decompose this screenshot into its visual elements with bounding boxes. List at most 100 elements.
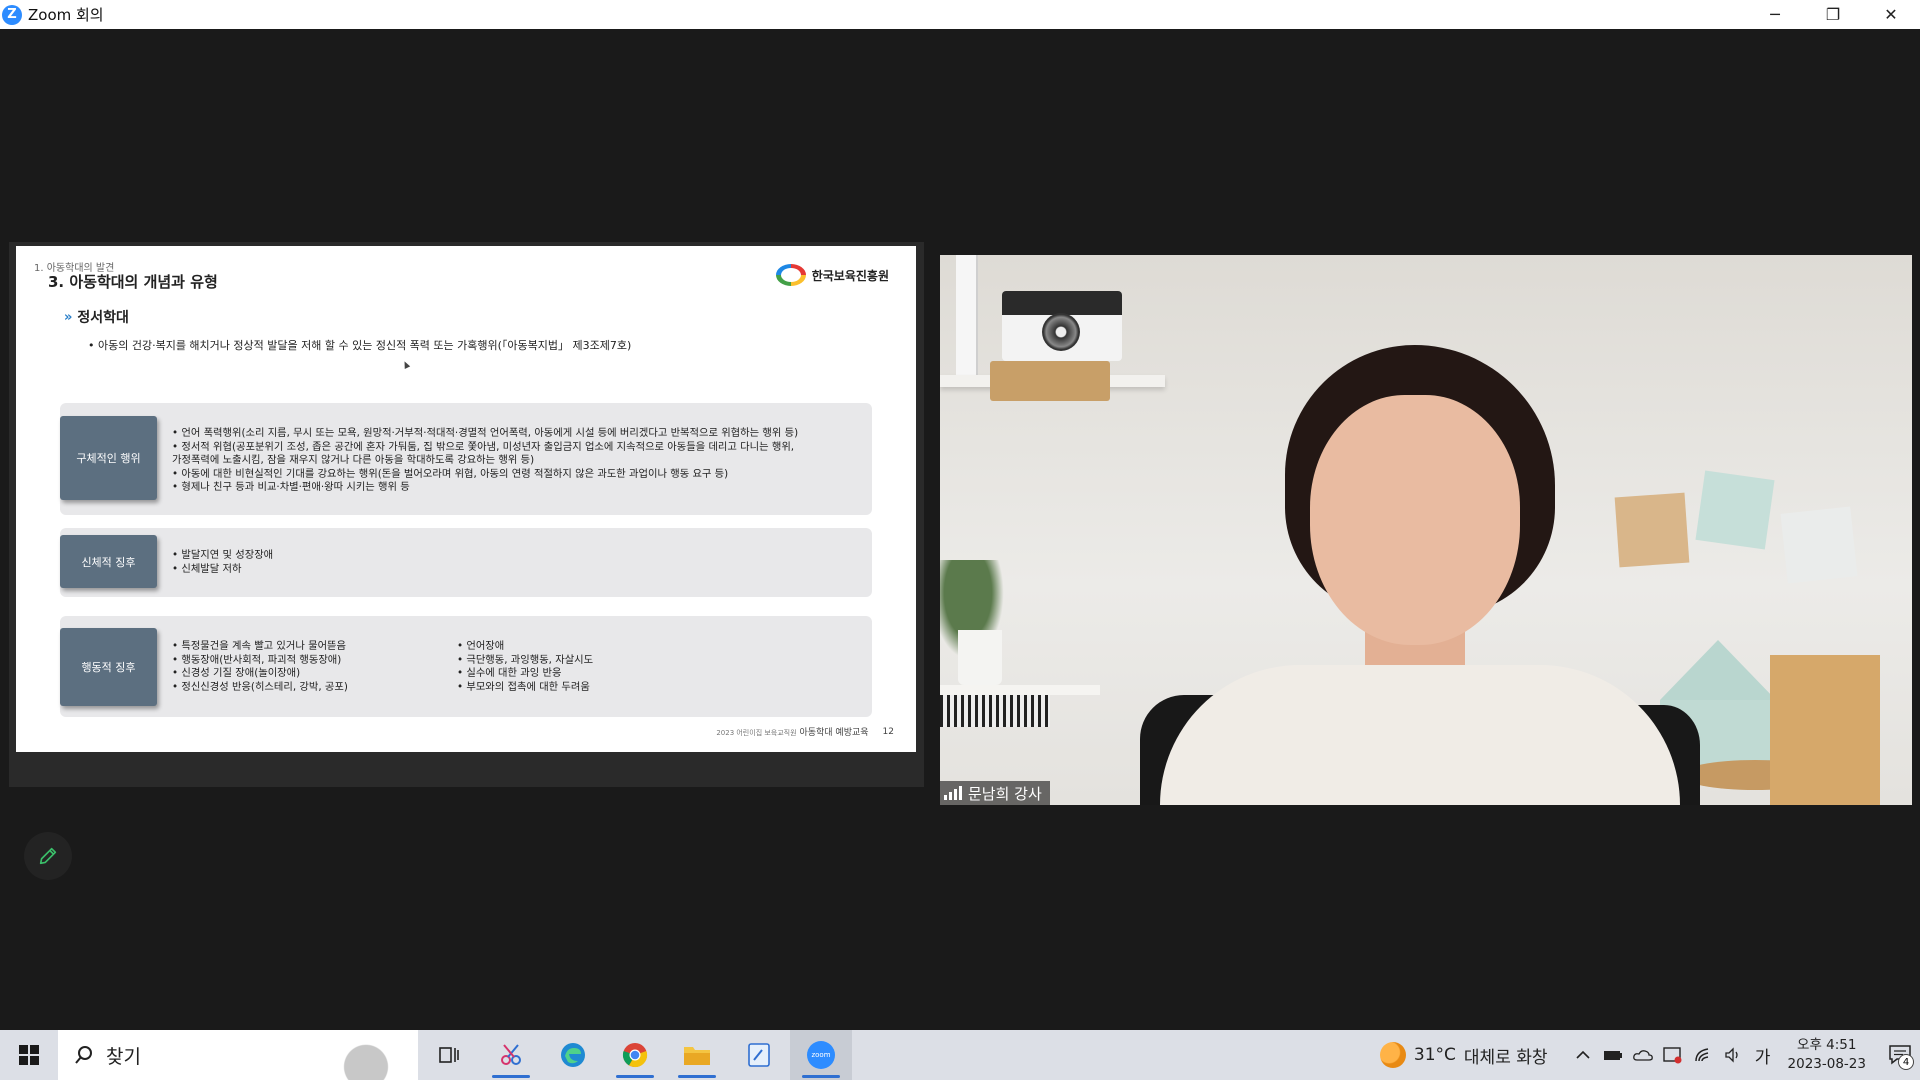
pencil-icon (39, 847, 57, 865)
box-text: • 언어 폭력행위(소리 지름, 무시 또는 모욕, 원망적·거부적·적대적·경… (172, 427, 798, 495)
list-item: • 형제나 친구 등과 비교·차별·편애·왕따 시키는 행위 등 (172, 481, 410, 493)
notepad-icon (748, 1043, 770, 1067)
list-item: • 발달지연 및 성장장애 (172, 549, 274, 561)
box-label: 행동적 징후 (60, 628, 157, 706)
subtitle-text: 정서학대 (77, 310, 129, 326)
footer-org: 2023 어린이집 보육교직원 (716, 729, 797, 737)
minimize-icon[interactable]: ─ (1746, 0, 1804, 29)
tray-volume[interactable] (1718, 1030, 1748, 1080)
tray-security[interactable] (1658, 1030, 1688, 1080)
restore-icon[interactable]: ❐ (1804, 0, 1862, 29)
notification-badge: 4 (1898, 1054, 1914, 1070)
list-item: • 언어장애 (457, 640, 505, 652)
box-text-col1: • 특정물건을 계속 빨고 있거나 물어뜯음 • 행동장애(반사회적, 파괴적 … (172, 640, 348, 694)
system-tray: 31°C 대체로 화창 가 오후 4:51 2023-08-23 4 (1379, 1030, 1920, 1080)
video-speaker (1140, 345, 1700, 805)
definition-text: • 아동의 건강·복지를 해치거나 정상적 발달을 저해 할 수 있는 정신적 … (88, 339, 632, 352)
battery-icon (1603, 1051, 1622, 1060)
taskbar-snipping-tool[interactable] (480, 1030, 542, 1080)
content-box-physical-signs: 신체적 징후 • 발달지연 및 성장장애 • 신체발달 저하 (60, 528, 872, 597)
show-hidden-icons-button[interactable] (1568, 1030, 1598, 1080)
search-highlight-image (322, 1036, 410, 1080)
notification-center-button[interactable]: 4 (1880, 1030, 1920, 1080)
taskbar-file-explorer[interactable] (666, 1030, 728, 1080)
tray-battery[interactable] (1598, 1030, 1628, 1080)
ime-indicator[interactable]: 가 (1748, 1030, 1778, 1080)
taskbar-search[interactable]: 찾기 (58, 1030, 418, 1080)
content-box-behavioral-signs: 행동적 징후 • 특정물건을 계속 빨고 있거나 물어뜯음 • 행동장애(반사회… (60, 616, 872, 717)
kcpi-logo-icon (775, 264, 806, 286)
participant-name-tag: 문남희 강사 (940, 781, 1050, 805)
tray-onedrive[interactable] (1628, 1030, 1658, 1080)
mouse-cursor-icon (401, 360, 411, 369)
volume-icon (1724, 1047, 1738, 1063)
task-view-button[interactable] (418, 1030, 480, 1080)
search-icon (75, 1046, 92, 1064)
slide-footer: 2023 어린이집 보육교직원 아동학대 예방교육 12 (716, 725, 894, 739)
wifi-icon (1694, 1048, 1708, 1062)
taskbar-edge[interactable] (542, 1030, 604, 1080)
box-label: 구체적인 행위 (60, 416, 157, 500)
video-sticky-note (1780, 506, 1858, 584)
content-box-specific-acts: 구체적인 행위 • 언어 폭력행위(소리 지름, 무시 또는 모욕, 원망적·거… (60, 403, 872, 515)
weather-icon (1379, 1042, 1406, 1068)
zoom-logo-icon: Z (2, 4, 22, 25)
list-item: • 극단행동, 과잉행동, 자살시도 (457, 653, 594, 666)
page-number: 12 (882, 726, 894, 737)
file-explorer-icon (684, 1047, 710, 1065)
clock-date: 2023-08-23 (1787, 1056, 1866, 1072)
video-shelf-lower (940, 685, 1100, 695)
weather-widget[interactable]: 31°C 대체로 화창 (1379, 1042, 1548, 1068)
org-name: 한국보육진흥원 (811, 268, 889, 283)
list-item: • 정서적 위협(공포분위기 조성, 좁은 공간에 혼자 가둬둠, 집 밖으로 … (172, 440, 795, 453)
video-pot (958, 630, 1002, 685)
weather-temp: 31°C (1413, 1045, 1456, 1065)
taskbar-notepad[interactable] (728, 1030, 790, 1080)
snipping-tool-icon (501, 1044, 521, 1065)
security-icon (1662, 1047, 1682, 1064)
window-title: Zoom 회의 (28, 6, 104, 24)
tray-wifi[interactable] (1688, 1030, 1718, 1080)
list-item: • 언어 폭력행위(소리 지름, 무시 또는 모욕, 원망적·거부적·적대적·경… (172, 427, 799, 439)
presentation-slide: 1. 아동학대의 발견 3. 아동학대의 개념과 유형 한국보육진흥원 » 정서… (16, 246, 916, 752)
chrome-icon (622, 1043, 648, 1068)
windows-taskbar: 찾기 zoom 31°C 대체로 화창 가 오후 4:51 2023-08-23… (0, 1030, 1920, 1080)
taskbar-clock[interactable]: 오후 4:51 2023-08-23 (1788, 1036, 1866, 1074)
chevron-up-icon (1575, 1050, 1590, 1059)
task-view-icon (439, 1047, 459, 1063)
taskbar-zoom[interactable]: zoom (790, 1030, 852, 1080)
window-titlebar: Z Zoom 회의 ─ ❐ ✕ (0, 0, 1920, 29)
list-item: • 행동장애(반사회적, 파괴적 행동장애) (172, 653, 342, 666)
box-label: 신체적 징후 (60, 535, 157, 588)
video-sticky-note (1695, 470, 1775, 550)
slide-title: 3. 아동학대의 개념과 유형 (48, 273, 218, 291)
box-text: • 발달지연 및 성장장애 • 신체발달 저하 (172, 549, 273, 576)
window-controls: ─ ❐ ✕ (1746, 0, 1920, 29)
onedrive-icon (1632, 1050, 1653, 1061)
windows-start-icon (19, 1045, 39, 1065)
list-item: • 특정물건을 계속 빨고 있거나 물어뜯음 (172, 640, 347, 652)
list-item: • 정신신경성 반응(히스테리, 강박, 공포) (172, 680, 348, 693)
box-text-col2: • 언어장애 • 극단행동, 과잉행동, 자살시도 • 실수에 대한 과잉 반응… (457, 640, 593, 694)
video-book (956, 255, 978, 375)
participant-video[interactable]: 문남희 강사 (940, 255, 1912, 805)
org-logo: 한국보육진흥원 (775, 264, 889, 286)
participant-name: 문남희 강사 (968, 784, 1042, 803)
start-button[interactable] (0, 1030, 58, 1080)
footer-course: 아동학대 예방교육 (799, 728, 869, 738)
taskbar-chrome[interactable] (604, 1030, 666, 1080)
video-cork-box (990, 361, 1110, 401)
list-item: • 신경성 기질 장애(놀이장애) (172, 667, 301, 679)
edge-icon (561, 1043, 585, 1067)
close-icon[interactable]: ✕ (1862, 0, 1920, 29)
list-item: • 아동에 대한 비현실적인 기대를 강요하는 행위(돈을 벌어오라며 위협, … (172, 467, 729, 480)
list-item: • 실수에 대한 과잉 반응 (457, 667, 562, 679)
list-item: • 부모와의 접촉에 대한 두려움 (457, 680, 590, 693)
signal-bars-icon (944, 786, 962, 800)
zoom-icon-label: zoom (811, 1051, 831, 1059)
slide-subtitle: » 정서학대 (64, 307, 129, 327)
video-camera-prop (1002, 291, 1122, 361)
annotate-button[interactable] (24, 832, 72, 880)
weather-desc: 대체로 화창 (1463, 1047, 1548, 1068)
search-label: 찾기 (106, 1045, 141, 1068)
